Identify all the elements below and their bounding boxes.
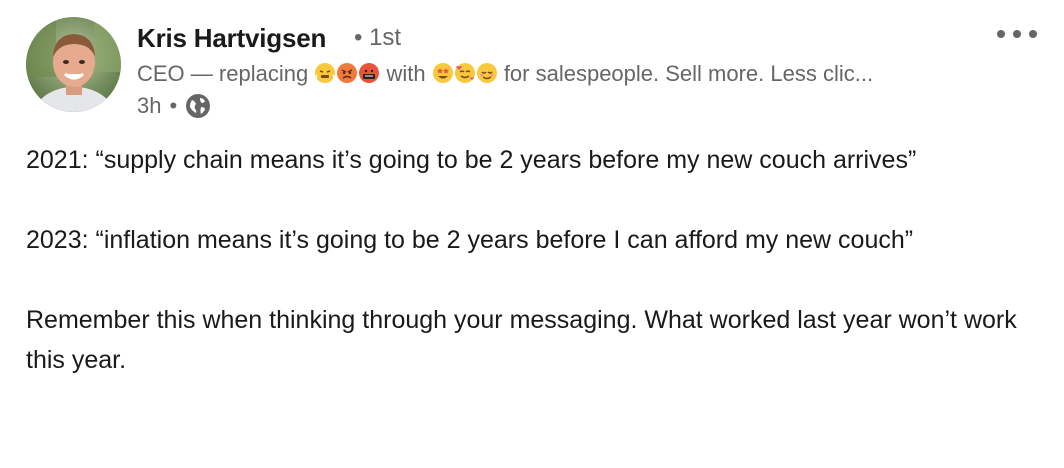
author-avatar[interactable] [26,17,121,112]
triumph-emoji-icon [314,62,336,92]
cursing-emoji-icon [358,62,380,92]
headline-text-end: for salespeople. Sell more. Less clic... [503,61,874,86]
post-meta: 3h • [137,91,211,121]
star-struck-emoji-icon [432,62,454,92]
post-body: 2021: “supply chain means it’s going to … [26,140,1046,420]
post-paragraph: 2023: “inflation means it’s going to be … [26,226,914,254]
angry-emoji-icon [336,62,358,92]
post-paragraph: 2021: “supply chain means it’s going to … [26,146,917,174]
meta-separator: • [169,93,178,118]
globe-icon [185,93,211,119]
author-name[interactable]: Kris Hartvigsen [137,22,326,54]
author-headline: CEO — replacing with for salespeople. Se… [137,59,977,92]
post-time: 3h [137,93,162,118]
headline-text-mid: with [386,61,426,86]
connection-degree: • 1st [354,24,402,51]
feed-post: Kris Hartvigsen • 1st CEO — replacing wi… [0,0,1064,468]
headline-text-start: CEO — replacing [137,61,309,86]
more-options-icon[interactable] [995,26,1039,42]
relieved-emoji-icon [476,62,498,92]
smiling-hearts-emoji-icon [454,62,476,92]
post-paragraph: Remember this when thinking through your… [26,306,1017,374]
